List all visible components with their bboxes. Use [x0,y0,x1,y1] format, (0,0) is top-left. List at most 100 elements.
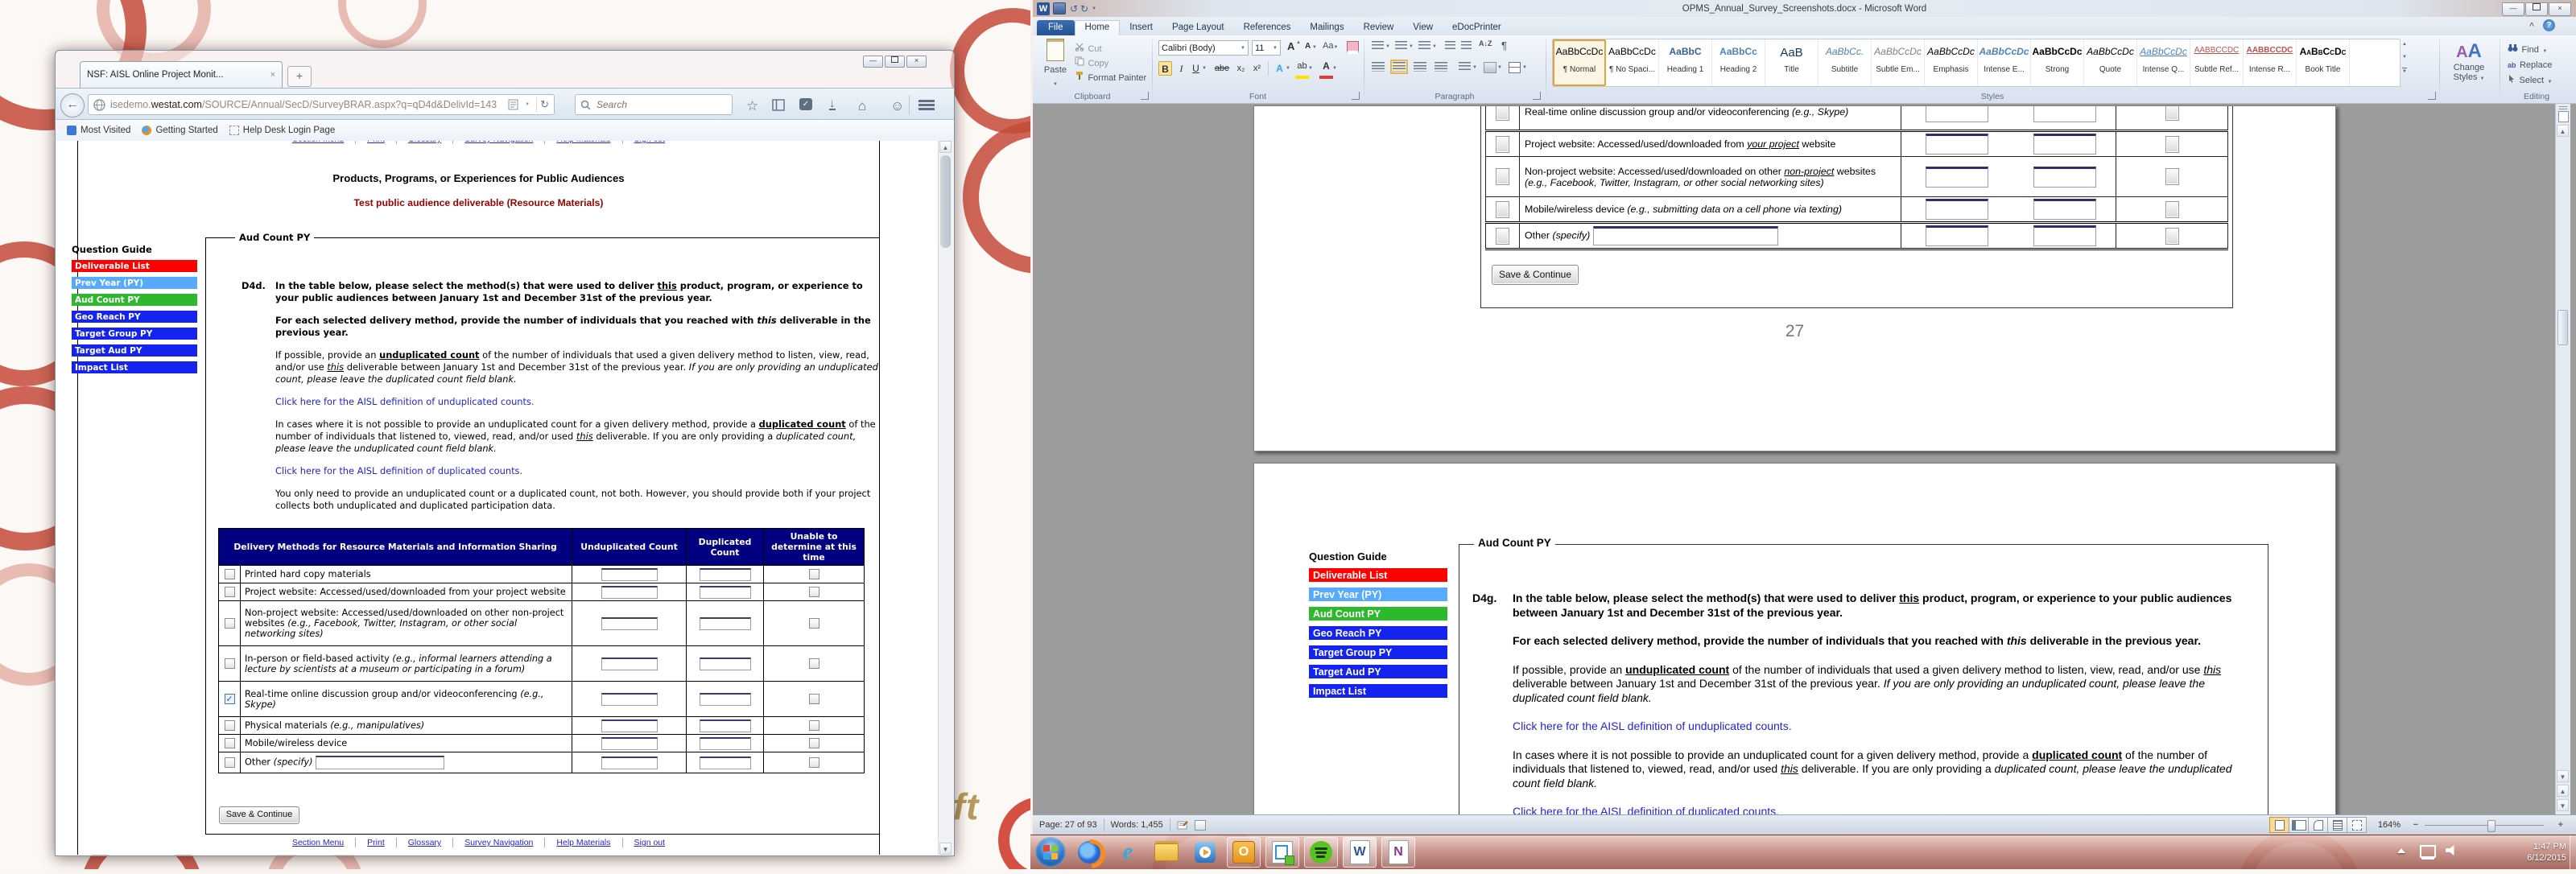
web-layout-view-button[interactable] [2308,817,2328,833]
format-painter-button[interactable]: Format Painter [1075,70,1146,85]
paste-button[interactable]: Paste▼ [1039,39,1071,89]
show-paragraph-marks-button[interactable]: ¶ [1501,39,1507,52]
style-no-spacing[interactable]: AaBbCcDc¶ No Spaci... [1606,39,1659,86]
link-help-materials[interactable]: Help Materials [544,141,610,144]
link-sign-out[interactable]: Sign out [622,838,666,847]
taskbar-spotify-icon[interactable] [1304,837,1338,868]
paragraph-dialog-launcher[interactable] [1533,92,1541,100]
unable-checkbox[interactable] [809,720,819,731]
home-icon[interactable]: ⌂ [858,98,866,114]
style-heading1[interactable]: AaBbCHeading 1 [1659,39,1712,86]
duplicated-input[interactable] [700,586,751,599]
taskbar-word-icon[interactable]: W [1343,837,1377,868]
font-name-select[interactable]: Calibri (Body)▼ [1158,40,1249,56]
bookmarks-sidebar-icon[interactable] [772,99,785,111]
ruler-toggle-icon[interactable] [2558,111,2569,122]
underline-button[interactable]: U [1189,61,1203,76]
duplicated-input[interactable] [700,693,751,706]
styles-more-icon[interactable]: ▼ [2402,68,2407,74]
tab-view[interactable]: View [1403,20,1443,35]
cut-button[interactable]: Cut [1075,41,1102,56]
style-book-title[interactable]: AaBbCcDcBook Title [2297,39,2350,86]
outline-view-button[interactable] [2327,817,2347,833]
method-checkbox-checked[interactable]: ✓ [225,694,235,704]
urlbar-dropdown-icon[interactable]: ▼ [525,102,530,107]
select-button[interactable]: Select ▼ [2508,72,2552,87]
tab-review[interactable]: Review [1354,20,1404,35]
justify-button[interactable] [1435,62,1447,72]
scroll-down-icon[interactable]: ▼ [939,843,952,855]
link-sign-out[interactable]: Sign out [622,141,666,144]
redo-icon[interactable]: ↻ [1080,3,1088,14]
word-count-status[interactable]: Words: 1,455 [1111,820,1163,830]
taskbar-transfer-app-icon[interactable] [1265,837,1299,868]
tray-network-icon[interactable] [2420,845,2436,858]
unable-checkbox[interactable] [809,694,819,704]
previous-page-icon[interactable]: ▲ [2557,785,2569,797]
unduplicated-input[interactable] [601,719,658,732]
taskbar-media-player-icon[interactable] [1188,837,1222,868]
method-checkbox[interactable] [225,658,235,669]
guide-deliverable-list[interactable]: Deliverable List [72,260,197,272]
bookmark-most-visited[interactable]: Most Visited [67,126,130,135]
method-checkbox[interactable] [225,720,235,731]
browser-tab[interactable]: NSF: AISL Online Project Monit... × [80,61,283,88]
bullets-button[interactable] [1372,41,1384,51]
bookmark-help-desk[interactable]: Help Desk Login Page [229,126,335,135]
new-tab-button[interactable]: + [287,66,312,87]
unable-checkbox[interactable] [809,569,819,579]
superscript-button[interactable]: x² [1250,61,1264,76]
highlight-color-button[interactable]: ab [1295,61,1309,79]
close-button[interactable]: × [906,56,927,68]
replace-button[interactable]: ab Replace [2508,57,2552,72]
search-input[interactable] [595,98,719,111]
bookmark-star-icon[interactable]: ☆ [746,98,758,114]
change-case-button[interactable]: Aa▼ [1323,41,1338,51]
unduplicated-input[interactable] [601,617,658,630]
font-dialog-launcher[interactable] [1352,92,1360,100]
style-emphasis[interactable]: AaBbCcDcEmphasis [1925,39,1978,86]
style-normal[interactable]: AaBbCcDc¶ Normal [1553,39,1606,86]
unable-checkbox[interactable] [809,587,819,597]
bold-button[interactable]: B [1158,61,1172,76]
style-quote[interactable]: AaBbCcDcQuote [2084,39,2137,86]
link-print[interactable]: Print [355,838,385,847]
link-survey-navigation[interactable]: Survey Navigation [452,838,533,847]
styles-scroll-down-icon[interactable]: ▼ [2402,55,2407,60]
clear-formatting-icon[interactable] [1347,41,1359,54]
guide-geo-reach[interactable]: Geo Reach PY [72,311,197,323]
style-intense-emphasis[interactable]: AaBbCcDcIntense E... [1978,39,2031,86]
other-specify-input[interactable] [316,756,444,769]
downloads-icon[interactable]: ↓ [829,98,836,110]
minimize-button[interactable]: — [2502,2,2524,16]
align-left-button[interactable] [1372,62,1385,72]
unduplicated-input[interactable] [601,693,658,706]
unduplicated-input[interactable] [601,757,658,769]
tab-home[interactable]: Home [1075,20,1121,35]
change-styles-button[interactable]: AA ChangeStyles ▼ [2444,40,2494,82]
next-page-icon[interactable]: ▼ [2557,799,2569,811]
macro-status-icon[interactable] [1195,820,1206,831]
show-desktop-button[interactable] [2570,835,2576,869]
qat-dropdown-icon[interactable]: ▼ [1092,6,1096,11]
link-glossary[interactable]: Glossary [396,838,441,847]
styles-scroll-up-icon[interactable]: ▲ [2402,42,2407,47]
link-glossary[interactable]: Glossary [396,141,441,144]
strikethrough-button[interactable]: abe [1212,61,1232,76]
menu-hamburger-icon[interactable] [919,100,935,102]
unduplicated-input[interactable] [601,658,658,670]
duplicated-input[interactable] [700,719,751,732]
subscript-button[interactable]: x₂ [1234,61,1248,76]
line-spacing-button[interactable] [1459,62,1471,72]
scroll-up-icon[interactable]: ▲ [939,141,952,153]
tab-insert[interactable]: Insert [1120,20,1162,35]
back-button[interactable]: ← [60,93,85,117]
borders-button[interactable] [1509,62,1521,73]
align-right-button[interactable] [1414,62,1426,72]
unable-checkbox[interactable] [809,757,819,768]
tab-edocprinter[interactable]: eDocPrinter [1443,20,1511,35]
style-intense-quote[interactable]: AaBbCcDcIntense Q... [2137,39,2190,86]
align-center-button[interactable] [1393,62,1406,72]
tab-close-icon[interactable]: × [270,70,275,80]
taskbar-firefox-icon[interactable] [1072,837,1106,868]
